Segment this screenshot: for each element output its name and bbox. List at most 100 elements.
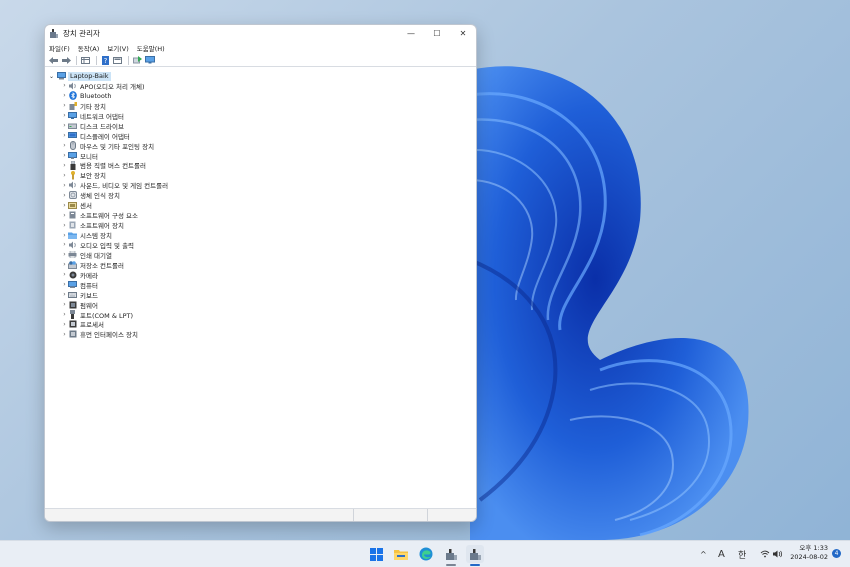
expand-chevron-icon[interactable]: › <box>61 301 68 308</box>
device-category-item[interactable]: › 보안 장치 <box>45 170 476 180</box>
expand-chevron-icon[interactable]: › <box>61 311 68 318</box>
expand-chevron-icon[interactable]: › <box>61 202 68 209</box>
menu-view[interactable]: 보기(V) <box>107 43 128 53</box>
update-driver-icon[interactable] <box>132 55 143 65</box>
monitor-icon <box>68 152 77 160</box>
device-category-item[interactable]: › 오디오 입력 및 출력 <box>45 240 476 250</box>
ime-indicator[interactable]: 한 <box>738 541 746 567</box>
expand-chevron-icon[interactable]: › <box>61 212 68 219</box>
device-category-item[interactable]: › 범용 직렬 버스 컨트롤러 <box>45 160 476 171</box>
device-category-label: 마우스 및 기타 포인팅 장치 <box>80 142 155 151</box>
clock-time: 오후 1:33 <box>799 544 828 552</box>
monitor-icon[interactable] <box>144 55 155 65</box>
start-icon[interactable] <box>368 546 384 562</box>
minimize-button[interactable]: — <box>398 25 424 41</box>
volume-icon[interactable] <box>773 541 783 567</box>
device-category-item[interactable]: › 기타 장치 <box>45 101 476 111</box>
device-category-item[interactable]: › 디스크 드라이브 <box>45 121 476 131</box>
expand-chevron-icon[interactable]: › <box>61 321 68 328</box>
expand-chevron-icon[interactable]: › <box>61 172 68 179</box>
device-category-item[interactable]: › 디스플레이 어댑터 <box>45 131 476 141</box>
edge-icon[interactable] <box>418 546 434 562</box>
device-category-item[interactable]: › 휴먼 인터페이스 장치 <box>45 329 476 339</box>
device-manager-active-icon[interactable] <box>466 545 484 563</box>
properties-grid-icon[interactable] <box>80 55 91 65</box>
help-icon[interactable]: ? <box>100 55 111 65</box>
menu-action[interactable]: 동작(A) <box>78 43 99 53</box>
notification-badge[interactable]: 4 <box>832 549 841 558</box>
expand-chevron-icon[interactable]: › <box>61 142 68 149</box>
close-button[interactable]: ✕ <box>450 25 476 41</box>
biometric-icon <box>68 191 77 200</box>
device-category-item[interactable]: › 카메라 <box>45 270 476 280</box>
expand-chevron-icon[interactable]: › <box>61 271 68 278</box>
font-indicator[interactable]: A <box>718 541 725 567</box>
expand-chevron-icon[interactable]: › <box>61 192 68 199</box>
device-category-label: 프로세서 <box>80 321 104 330</box>
device-category-item[interactable]: › 생체 인식 장치 <box>45 190 476 200</box>
processor-icon <box>68 320 77 328</box>
device-category-item[interactable]: › 시스템 장치 <box>45 230 476 241</box>
device-category-label: 범용 직렬 버스 컨트롤러 <box>80 162 146 171</box>
network-icon[interactable] <box>760 541 770 567</box>
display-adapter-icon <box>68 132 77 140</box>
device-category-item[interactable]: › 키보드 <box>45 290 476 300</box>
device-category-item[interactable]: › 프로세서 <box>45 320 476 330</box>
device-category-label: 인쇄 대기열 <box>80 251 112 260</box>
device-category-label: 포트(COM & LPT) <box>80 311 134 320</box>
expand-chevron-icon[interactable]: › <box>61 331 68 338</box>
expand-chevron-icon[interactable]: › <box>61 92 68 99</box>
device-manager-icon[interactable] <box>443 546 459 562</box>
menu-file[interactable]: 파일(F) <box>49 43 70 53</box>
print-queue-icon <box>68 251 77 259</box>
back-icon[interactable] <box>48 55 59 65</box>
device-category-item[interactable]: › 인쇄 대기열 <box>45 250 476 260</box>
network-adapter-icon <box>68 112 77 120</box>
device-category-label: APO(오디오 처리 개체) <box>80 82 145 91</box>
svg-text:?: ? <box>103 57 107 65</box>
clock-date: 2024-08-02 <box>790 553 828 561</box>
file-explorer-icon[interactable] <box>393 546 409 562</box>
expand-chevron-icon[interactable]: › <box>61 132 68 139</box>
expand-chevron-icon[interactable]: › <box>61 281 68 288</box>
device-category-item[interactable]: › 센서 <box>45 200 476 210</box>
expand-chevron-icon[interactable]: › <box>61 251 68 258</box>
expand-chevron-icon[interactable]: › <box>61 82 68 89</box>
device-category-item[interactable]: › 네트워크 어댑터 <box>45 111 476 121</box>
device-category-item[interactable]: › Bluetooth <box>45 91 476 101</box>
device-category-item[interactable]: › APO(오디오 처리 개체) <box>45 81 476 91</box>
status-cell <box>45 509 354 521</box>
device-category-item[interactable]: › 마우스 및 기타 포인팅 장치 <box>45 141 476 151</box>
expand-chevron-icon[interactable]: › <box>61 162 68 169</box>
expand-chevron-icon[interactable]: › <box>61 232 68 239</box>
expand-chevron-icon[interactable]: › <box>61 112 68 119</box>
expand-chevron-icon[interactable]: › <box>61 122 68 129</box>
title-bar[interactable]: 장치 관리자 — ☐ ✕ <box>45 25 476 41</box>
device-category-item[interactable]: › 소프트웨어 장치 <box>45 220 476 230</box>
keyboard-icon <box>68 291 77 299</box>
expand-chevron-icon[interactable]: › <box>61 261 68 268</box>
expand-chevron-icon[interactable]: › <box>61 291 68 298</box>
device-category-item[interactable]: › 사운드, 비디오 및 게임 컨트롤러 <box>45 180 476 190</box>
tray-overflow-chevron[interactable]: ^ <box>700 541 707 567</box>
expand-chevron-icon[interactable]: › <box>61 152 68 159</box>
device-category-item[interactable]: › 컴퓨터 <box>45 280 476 290</box>
view-grid-icon[interactable] <box>112 55 123 65</box>
tree-root[interactable]: ⌄ Laptop-Baik <box>45 71 476 81</box>
device-category-item[interactable]: › 모니터 <box>45 151 476 161</box>
device-category-item[interactable]: › 포트(COM & LPT) <box>45 310 476 320</box>
toolbar: ? <box>45 54 476 67</box>
menu-help[interactable]: 도움말(H) <box>137 43 165 53</box>
clock[interactable]: 오후 1:33 2024-08-02 <box>790 544 828 562</box>
device-category-item[interactable]: › 소프트웨어 구성 요소 <box>45 210 476 220</box>
device-category-item[interactable]: › 저장소 컨트롤러 <box>45 260 476 270</box>
expand-chevron-icon[interactable]: › <box>61 222 68 229</box>
sound-icon <box>68 181 77 189</box>
expand-chevron-icon[interactable]: › <box>61 102 68 109</box>
maximize-button[interactable]: ☐ <box>424 25 450 41</box>
collapse-chevron-icon[interactable]: ⌄ <box>49 73 56 80</box>
forward-icon[interactable] <box>61 55 72 65</box>
expand-chevron-icon[interactable]: › <box>61 241 68 248</box>
device-category-item[interactable]: › 펌웨어 <box>45 300 476 310</box>
expand-chevron-icon[interactable]: › <box>61 182 68 189</box>
